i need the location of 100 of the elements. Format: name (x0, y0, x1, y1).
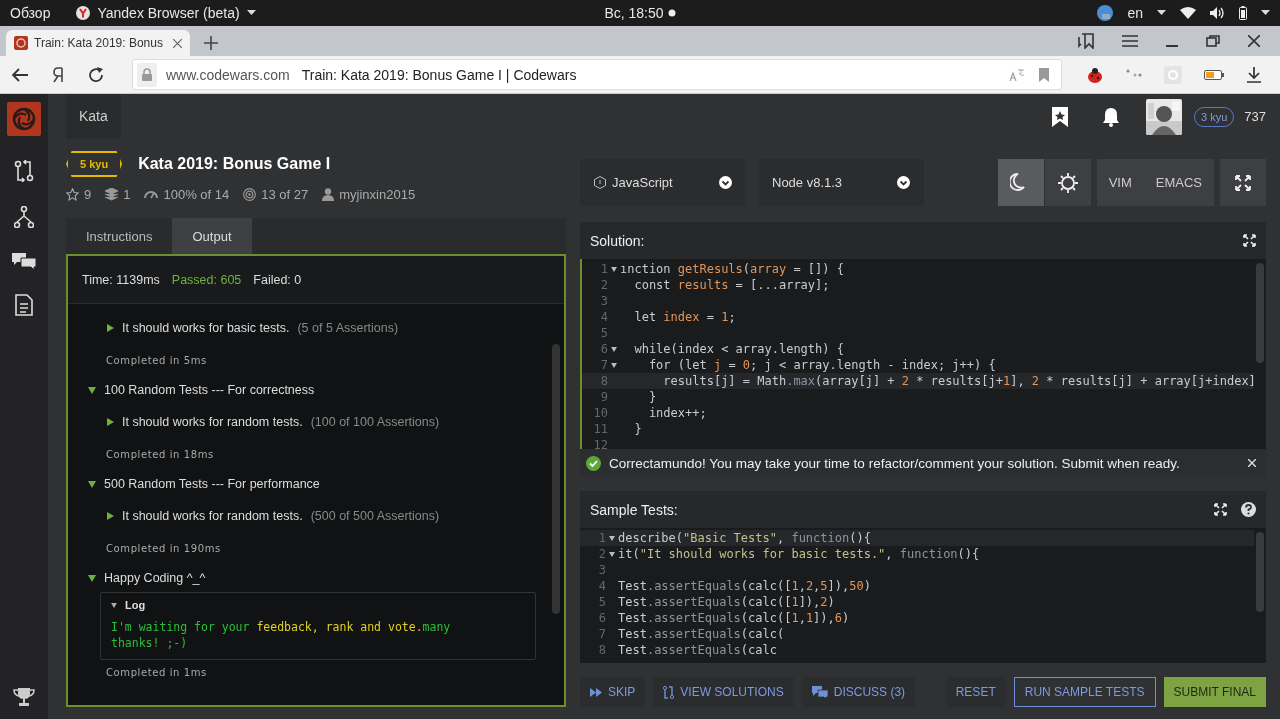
bookmarks-icon[interactable] (1078, 33, 1094, 49)
author-link[interactable]: myjinxin2015 (339, 187, 416, 202)
tab[interactable]: Instructions (66, 218, 173, 254)
code-line: it("It should works for basic tests.", function(){ (618, 546, 980, 562)
caret-icon[interactable] (1261, 10, 1270, 16)
action-button[interactable]: VIEW SOLUTIONS (653, 677, 794, 707)
volume-icon[interactable] (1210, 7, 1225, 19)
keymap-button[interactable]: VIM (1096, 159, 1144, 206)
battery-icon[interactable] (1239, 6, 1247, 20)
address-field[interactable]: www.codewars.com Train: Kata 2019: Bonus Game I | Codewars (132, 59, 1062, 90)
line-number: 3 (598, 562, 606, 578)
panel-title: Sample Tests: (590, 501, 678, 518)
fold-icon[interactable] (609, 551, 615, 557)
download-icon[interactable] (1246, 66, 1262, 83)
dropdown[interactable]: Node v8.1.3 (758, 159, 924, 206)
globe-icon[interactable] (1097, 5, 1114, 21)
trophy-icon[interactable] (13, 687, 35, 707)
code-line: let index = 1; (633, 309, 736, 325)
target-icon (243, 188, 257, 201)
group-title[interactable]: 500 Random Tests --- For performance (104, 477, 320, 491)
keymap-button[interactable]: EMACS (1143, 159, 1214, 206)
theme-button[interactable] (997, 159, 1044, 206)
back-icon[interactable] (12, 67, 28, 82)
user-icon (322, 188, 335, 201)
fork-icon[interactable] (14, 206, 34, 228)
code-line: const results = [...array]; (633, 277, 830, 293)
document-icon[interactable] (15, 294, 33, 316)
close-icon[interactable] (173, 38, 182, 48)
scrollbar-thumb[interactable] (552, 344, 560, 614)
pull-request-icon[interactable] (14, 160, 34, 182)
expanded-icon[interactable] (88, 574, 96, 582)
collapsed-icon[interactable] (106, 324, 114, 332)
browser-logo-icon (76, 6, 91, 20)
yandex-icon[interactable] (52, 66, 64, 83)
help-icon[interactable] (1241, 502, 1256, 517)
scrollbar-thumb[interactable] (1256, 263, 1264, 363)
dropdown[interactable]: JavaScript (580, 159, 746, 206)
action-button[interactable]: RESET (945, 677, 1006, 707)
code-editor[interactable] (580, 528, 1266, 663)
code-line: Test.assertEquals(calc (618, 642, 777, 658)
app-name[interactable]: Yandex Browser (beta) (97, 5, 240, 21)
wifi-icon[interactable] (1180, 7, 1196, 19)
test-name[interactable]: It should works for basic tests. (122, 321, 290, 335)
fold-icon[interactable] (609, 535, 615, 541)
theme-button[interactable] (1044, 159, 1091, 206)
menu-icon[interactable] (1122, 35, 1138, 47)
overview-label[interactable]: Обзор (10, 5, 51, 21)
fast-forward-icon (590, 687, 602, 697)
expand-icon[interactable] (1243, 234, 1256, 247)
bell-icon[interactable] (1102, 106, 1120, 127)
expanded-icon[interactable] (111, 602, 117, 608)
fold-icon[interactable] (611, 362, 617, 368)
group-title[interactable]: 100 Random Tests --- For correctness (104, 383, 315, 397)
logo-icon[interactable] (7, 102, 41, 136)
test-name[interactable]: It should works for random tests. (122, 509, 303, 523)
rank-badge: 5 kyu (66, 151, 123, 177)
pull-request-icon (663, 685, 675, 699)
new-tab-icon[interactable] (204, 36, 218, 50)
expand-icon[interactable] (1214, 503, 1227, 516)
fullscreen-button[interactable] (1220, 159, 1266, 206)
code-line: index++; (647, 405, 707, 421)
group-title[interactable]: Happy Coding ^_^ (104, 571, 206, 585)
star-icon (66, 188, 79, 201)
translate-icon[interactable] (1009, 67, 1025, 82)
browser-tab[interactable]: Train: Kata 2019: Bonus (6, 30, 190, 56)
language-label[interactable]: en (1127, 5, 1143, 21)
reload-icon[interactable] (88, 66, 104, 83)
chat-icon[interactable] (12, 252, 36, 270)
completed-time: Completed in 1ms (106, 667, 207, 678)
fold-icon[interactable] (611, 266, 617, 272)
fold-icon[interactable] (611, 346, 617, 352)
restore-icon[interactable] (1206, 35, 1220, 47)
scrollbar-thumb[interactable] (1256, 532, 1264, 612)
tab[interactable]: Output (172, 218, 252, 254)
action-button[interactable]: RUN SAMPLE TESTS (1013, 677, 1156, 707)
line-number: 5 (600, 325, 608, 341)
log-title[interactable]: Log (125, 599, 146, 611)
collapsed-icon[interactable] (106, 418, 114, 426)
battery-icon[interactable] (1204, 69, 1224, 80)
code-line: Test.assertEquals(calc([1,1]),6) (618, 610, 850, 626)
nav-tab[interactable]: Kata (66, 94, 121, 139)
clock[interactable]: Вс, 18:50 (604, 5, 664, 21)
collapsed-icon[interactable] (106, 512, 114, 520)
expanded-icon[interactable] (88, 386, 96, 394)
action-button[interactable]: SUBMIT FINAL (1163, 677, 1266, 707)
bookmark-icon[interactable] (1052, 106, 1068, 127)
ladybug-icon[interactable] (1086, 66, 1104, 83)
line-number: 2 (600, 277, 608, 293)
action-button[interactable]: DISCUSS (3) (801, 677, 916, 707)
line-number: 6 (598, 610, 606, 626)
close-icon[interactable] (1248, 35, 1260, 47)
action-button[interactable]: SKIP (580, 677, 646, 707)
dot-icon (667, 9, 676, 17)
expanded-icon[interactable] (88, 480, 96, 488)
line-number: 6 (600, 341, 608, 357)
url-domain: www.codewars.com (166, 66, 290, 83)
test-name[interactable]: It should works for random tests. (122, 415, 303, 429)
code-line: for (let j = 0; j < array.length - index; j++) { (647, 357, 996, 373)
code-editor[interactable] (580, 259, 1266, 449)
line-number: 7 (598, 626, 606, 642)
